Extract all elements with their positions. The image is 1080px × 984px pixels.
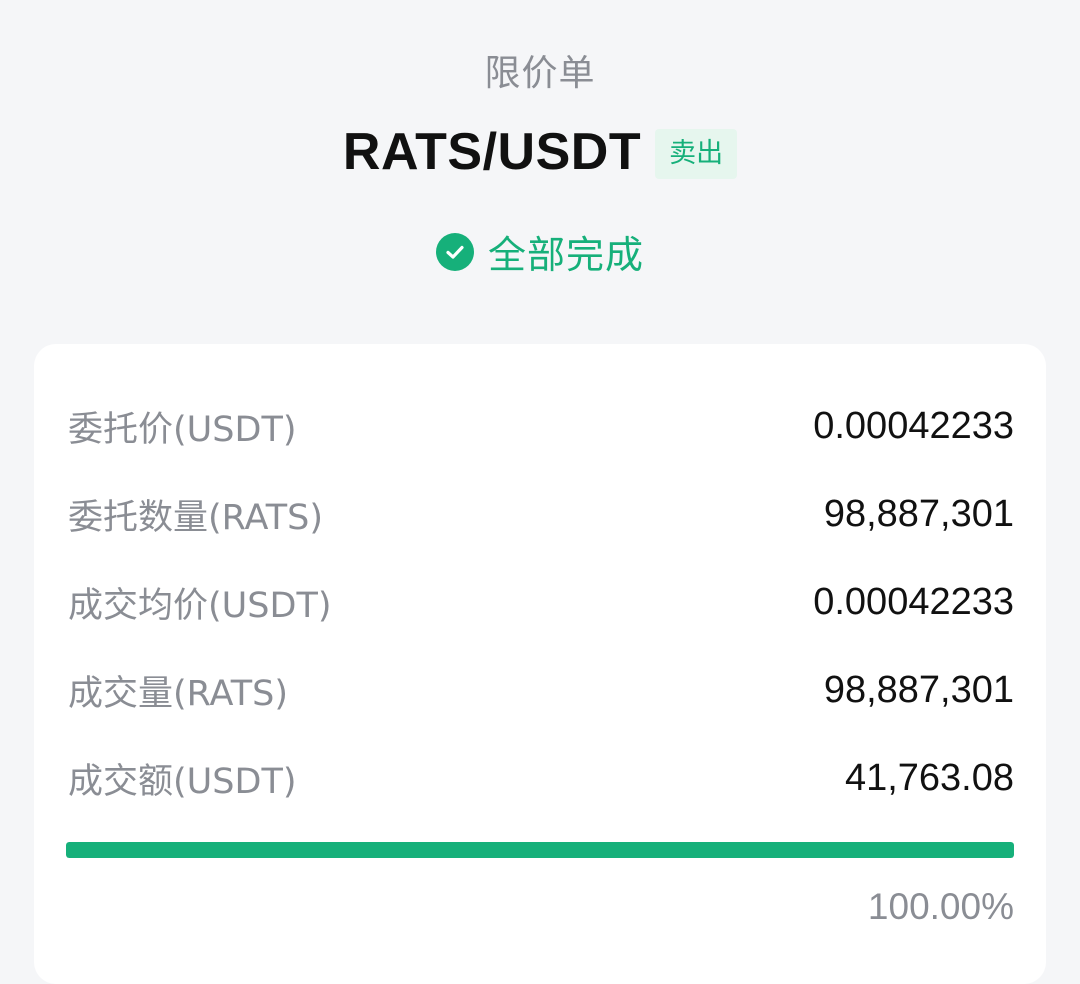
detail-value: 0.00042233 [813,580,1014,623]
detail-row-filled-quantity: 成交量(RATS) 98,887,301 [68,660,1014,720]
detail-label: 成交额(USDT) [68,761,297,802]
pair-header: RATS/USDT 卖出 [0,122,1080,182]
check-circle-icon [435,232,474,271]
fill-progress-text: 100.00% [867,886,1014,927]
fill-progress-bar [66,842,1014,858]
side-badge: 卖出 [655,128,738,180]
detail-row-order-quantity: 委托数量(RATS) 98,887,301 [68,484,1014,544]
detail-label: 委托数量(RATS) [68,497,324,538]
detail-label: 成交量(RATS) [68,673,289,714]
status-text: 全部完成 [487,233,644,277]
detail-label: 委托价(USDT) [68,409,297,450]
detail-value: 0.00042233 [813,404,1014,447]
order-type-title: 限价单 [484,53,596,94]
order-details-card: 委托价(USDT) 0.00042233 委托数量(RATS) 98,887,3… [34,344,1046,984]
detail-value: 98,887,301 [823,492,1014,535]
detail-label: 成交均价(USDT) [68,585,332,626]
detail-value: 98,887,301 [823,668,1014,711]
detail-row-order-price: 委托价(USDT) 0.00042233 [68,396,1014,456]
trading-pair: RATS/USDT [342,123,642,181]
detail-row-average-price: 成交均价(USDT) 0.00042233 [68,572,1014,632]
detail-row-filled-amount: 成交额(USDT) 41,763.08 [68,748,1014,808]
order-status: 全部完成 [0,224,1080,279]
fill-progress-fill [66,842,1014,858]
detail-value: 41,763.08 [844,756,1014,799]
